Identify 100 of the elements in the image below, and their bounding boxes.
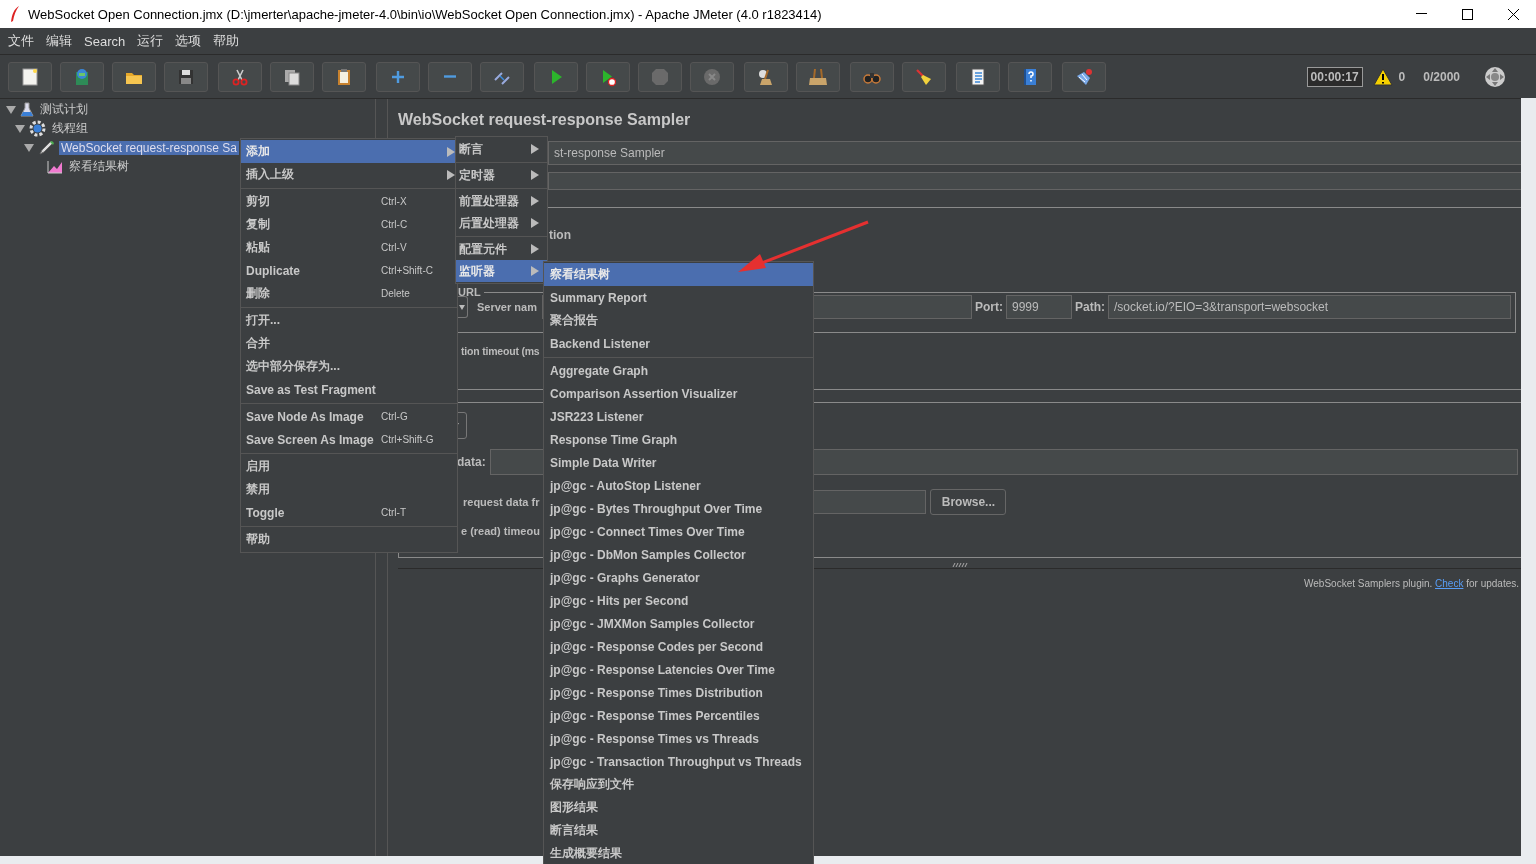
menu-item[interactable]: jp@gc - AutoStop Listener (544, 474, 813, 497)
menu-item[interactable]: 生成概要结果 (544, 842, 813, 864)
path-field[interactable]: /socket.io/?EIO=3&transport=websocket (1108, 295, 1511, 319)
collapse-icon[interactable] (6, 104, 16, 115)
menu-item[interactable]: jp@gc - Hits per Second (544, 589, 813, 612)
pencil-icon (38, 140, 55, 155)
menu-item[interactable]: 插入上级 (241, 163, 457, 186)
menu-item[interactable]: jp@gc - JMXMon Samples Collector (544, 612, 813, 635)
menu-item[interactable]: 剪切 Ctrl-X (241, 190, 457, 213)
toolbar-button[interactable] (164, 61, 208, 92)
menu-item[interactable]: JSR223 Listener (544, 405, 813, 428)
close-icon (1507, 8, 1519, 20)
menu-bar-item[interactable]: 运行 (131, 29, 170, 53)
minus-icon (444, 75, 456, 78)
menu-item[interactable]: Backend Listener (544, 332, 813, 355)
menu-item[interactable]: 打开... (241, 309, 457, 332)
menu-item[interactable]: jp@gc - Graphs Generator (544, 566, 813, 589)
menu-bar-item[interactable]: 编辑 (40, 29, 78, 53)
collapse-icon[interactable] (24, 142, 34, 153)
menu-item[interactable]: 监听器 (456, 260, 547, 282)
minimize-icon (1415, 13, 1427, 15)
menu-item[interactable]: 保存响应到文件 (544, 773, 813, 796)
field-label: e (read) timeou (461, 525, 540, 537)
port-field[interactable]: 9999 (1006, 295, 1072, 319)
toolbar-button[interactable] (850, 61, 894, 92)
menu-item[interactable]: 前置处理器 (456, 190, 547, 212)
menu-item[interactable]: jp@gc - Response Times Distribution (544, 681, 813, 704)
elapsed-time: 00:00:17 (1306, 66, 1363, 87)
menu-item[interactable]: Save as Test Fragment (241, 378, 457, 401)
menu-item[interactable]: jp@gc - Bytes Throughput Over Time (544, 497, 813, 520)
menu-item[interactable]: jp@gc - Response Codes per Second (544, 635, 813, 658)
toolbar-button[interactable] (1008, 61, 1052, 92)
toolbar-button[interactable] (586, 61, 630, 92)
toolbar-button[interactable] (112, 61, 156, 92)
toolbar-button[interactable] (902, 61, 946, 92)
menu-item[interactable]: Save Node As Image Ctrl-G (241, 405, 457, 428)
tree-item[interactable]: 测试计划 (38, 101, 90, 118)
menu-item[interactable]: 断言结果 (544, 819, 813, 842)
comments-field[interactable] (548, 172, 1522, 190)
menu-bar-item[interactable]: 选项 (169, 29, 208, 53)
menu-item[interactable]: 帮助 (241, 528, 457, 551)
menu-item[interactable]: 禁用 (241, 478, 457, 501)
stop-sign-icon (650, 66, 670, 87)
flask-icon (20, 101, 34, 118)
toolbar-button[interactable] (956, 61, 1000, 92)
menu-item[interactable]: Simple Data Writer (544, 451, 813, 474)
menu-item[interactable]: Save Screen As Image Ctrl+Shift-G (241, 428, 457, 451)
menu-item[interactable]: jp@gc - DbMon Samples Collector (544, 543, 813, 566)
list-icon (968, 66, 988, 87)
menu-item[interactable]: jp@gc - Response Latencies Over Time (544, 658, 813, 681)
menu-bar-item[interactable]: Search (78, 30, 132, 52)
menu-item[interactable]: 断言 (456, 138, 547, 160)
menu-item[interactable]: Summary Report (544, 286, 813, 309)
toolbar-button[interactable] (744, 61, 788, 92)
field-label: request data fr (463, 496, 540, 508)
menu-item[interactable]: 合并 (241, 332, 457, 355)
menu-item[interactable]: 图形结果 (544, 796, 813, 819)
menu-item[interactable]: 察看结果树 (544, 263, 813, 286)
tree-item[interactable]: 线程组 (50, 120, 90, 137)
menu-item[interactable]: Comparison Assertion Visualizer (544, 382, 813, 405)
menu-item[interactable]: 粘贴 Ctrl-V (241, 236, 457, 259)
toolbar-button[interactable] (1062, 61, 1106, 92)
menu-item[interactable]: 定时器 (456, 164, 547, 186)
tree-item[interactable]: WebSocket request-response Sa (59, 140, 239, 155)
toolbar-button[interactable] (8, 61, 52, 92)
toolbar-button[interactable] (534, 61, 578, 92)
tree-item[interactable]: 察看结果树 (67, 158, 131, 175)
remote-icon[interactable] (1484, 65, 1506, 88)
menu-bar-item[interactable]: 文件 (2, 29, 40, 53)
menu-item[interactable]: 添加 (241, 140, 457, 163)
field-label: data: (457, 455, 486, 469)
menu-item[interactable]: Response Time Graph (544, 428, 813, 451)
menu-item[interactable]: 聚合报告 (544, 309, 813, 332)
menu-item[interactable]: Duplicate Ctrl+Shift-C (241, 259, 457, 282)
menu-item[interactable]: 选中部分保存为... (241, 355, 457, 378)
menu-item[interactable]: 后置处理器 (456, 212, 547, 234)
menu-item[interactable]: 启用 (241, 455, 457, 478)
menu-item[interactable]: jp@gc - Response Times vs Threads (544, 727, 813, 750)
menu-item[interactable]: jp@gc - Response Times Percentiles (544, 704, 813, 727)
menu-item[interactable]: 配置元件 (456, 238, 547, 260)
warning-icon[interactable] (1372, 67, 1393, 86)
check-link[interactable]: Check (1435, 578, 1464, 589)
field-label: tion (549, 228, 572, 242)
warning-count: 0 (1398, 69, 1406, 84)
menu-item[interactable]: jp@gc - Transaction Throughput vs Threads (544, 750, 813, 773)
toolbar-button[interactable] (796, 61, 840, 92)
menu-item[interactable]: 删除 Delete (241, 282, 457, 305)
name-field[interactable]: st-response Sampler (548, 141, 1522, 165)
toolbar-button[interactable] (270, 61, 314, 92)
browse-button[interactable]: Browse... (930, 489, 1007, 515)
menu-item[interactable]: Toggle Ctrl-T (241, 501, 457, 524)
menu-item[interactable]: Aggregate Graph (544, 359, 813, 382)
menu-bar-item[interactable]: 帮助 (207, 29, 246, 53)
collapse-icon[interactable] (15, 123, 25, 134)
splitter-handle[interactable] (952, 563, 968, 567)
menu-item[interactable]: jp@gc - Connect Times Over Time (544, 520, 813, 543)
chart-icon (47, 159, 63, 174)
toolbar-button[interactable] (480, 61, 524, 92)
toolbar-button[interactable] (322, 61, 366, 92)
menu-item[interactable]: 复制 Ctrl-C (241, 213, 457, 236)
